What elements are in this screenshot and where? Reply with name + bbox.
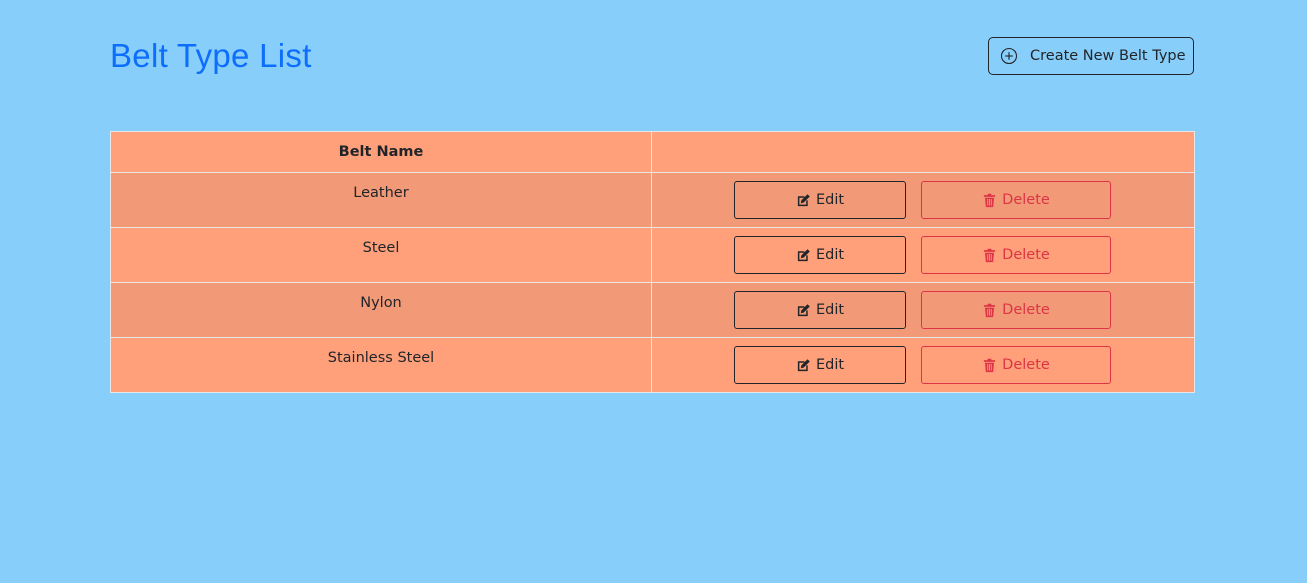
actions-cell: Edit Delete bbox=[651, 227, 1195, 283]
edit-icon bbox=[796, 358, 811, 373]
delete-button-label: Delete bbox=[1002, 192, 1050, 208]
plus-circle-icon bbox=[1000, 47, 1018, 65]
edit-button-label: Edit bbox=[815, 302, 845, 318]
trash-icon bbox=[982, 193, 997, 208]
belt-name-cell: Stainless Steel bbox=[110, 337, 652, 393]
table-row: Steel Edit Delete bbox=[110, 227, 1195, 283]
table-header-row: Belt Name bbox=[110, 131, 1195, 173]
delete-button[interactable]: Delete bbox=[921, 181, 1111, 219]
table-row: Leather Edit Delete bbox=[110, 172, 1195, 228]
belt-name-cell: Steel bbox=[110, 227, 652, 283]
row-actions: Edit Delete bbox=[652, 236, 1194, 274]
edit-button-label: Edit bbox=[815, 247, 845, 263]
actions-cell: Edit Delete bbox=[651, 172, 1195, 228]
delete-button-label: Delete bbox=[1002, 247, 1050, 263]
row-actions: Edit Delete bbox=[652, 181, 1194, 219]
edit-icon bbox=[796, 303, 811, 318]
delete-button[interactable]: Delete bbox=[921, 236, 1111, 274]
belt-name-cell: Nylon bbox=[110, 282, 652, 338]
edit-icon bbox=[796, 248, 811, 263]
row-actions: Edit Delete bbox=[652, 291, 1194, 329]
column-header-actions bbox=[651, 131, 1195, 173]
delete-button[interactable]: Delete bbox=[921, 291, 1111, 329]
row-actions: Edit Delete bbox=[652, 346, 1194, 384]
trash-icon bbox=[982, 248, 997, 263]
table-row: Stainless Steel Edit Delete bbox=[110, 337, 1195, 393]
delete-button-label: Delete bbox=[1002, 357, 1050, 373]
create-new-belt-type-button[interactable]: Create New Belt Type bbox=[988, 37, 1194, 75]
table-row: Nylon Edit Delete bbox=[110, 282, 1195, 338]
edit-icon bbox=[796, 193, 811, 208]
edit-button-label: Edit bbox=[815, 357, 845, 373]
edit-button[interactable]: Edit bbox=[734, 346, 906, 384]
belt-type-table: Belt Name Leather Edit Delete Steel Edit… bbox=[110, 131, 1195, 393]
trash-icon bbox=[982, 358, 997, 373]
edit-button[interactable]: Edit bbox=[734, 236, 906, 274]
edit-button[interactable]: Edit bbox=[734, 181, 906, 219]
belt-name-cell: Leather bbox=[110, 172, 652, 228]
page-title: Belt Type List bbox=[110, 37, 312, 74]
actions-cell: Edit Delete bbox=[651, 282, 1195, 338]
edit-button-label: Edit bbox=[815, 192, 845, 208]
actions-cell: Edit Delete bbox=[651, 337, 1195, 393]
column-header-belt-name: Belt Name bbox=[110, 131, 652, 173]
trash-icon bbox=[982, 303, 997, 318]
create-button-label: Create New Belt Type bbox=[1030, 48, 1186, 64]
edit-button[interactable]: Edit bbox=[734, 291, 906, 329]
delete-button[interactable]: Delete bbox=[921, 346, 1111, 384]
delete-button-label: Delete bbox=[1002, 302, 1050, 318]
